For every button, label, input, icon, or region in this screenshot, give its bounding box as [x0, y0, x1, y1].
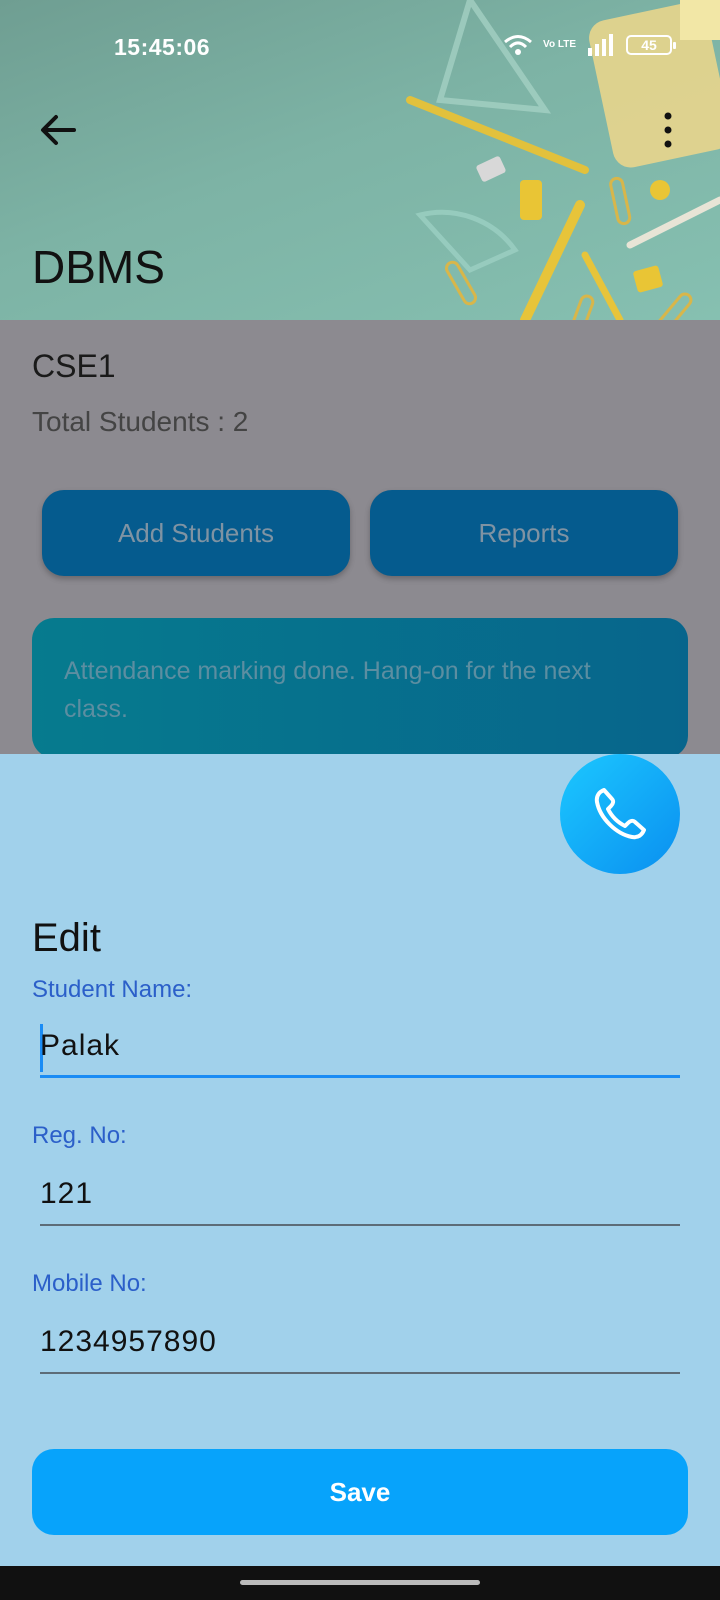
reg-no-input[interactable]: [40, 1164, 680, 1226]
call-button[interactable]: [560, 754, 680, 874]
battery-icon: 45: [626, 35, 676, 55]
signal-icon: [588, 34, 613, 56]
class-details: CSE1 Total Students : 2 Add Students Rep…: [0, 320, 720, 758]
status-time: 15:45:06: [114, 34, 211, 60]
navigation-bar: [0, 1566, 720, 1600]
mobile-no-label: Mobile No:: [32, 1270, 147, 1297]
back-arrow-icon[interactable]: [34, 106, 82, 154]
page-title: DBMS: [32, 241, 165, 293]
status-icons: Vo LTE 45: [503, 34, 676, 56]
attendance-banner: Attendance marking done. Hang-on for the…: [32, 618, 688, 758]
home-indicator[interactable]: [240, 1580, 480, 1585]
reg-no-label: Reg. No:: [32, 1122, 127, 1149]
save-button[interactable]: Save: [32, 1449, 688, 1535]
edit-title: Edit: [32, 916, 101, 960]
status-bar: 15:45:06 Vo LTE 45: [0, 0, 720, 96]
student-name-input[interactable]: [40, 1016, 680, 1078]
more-vertical-icon[interactable]: [656, 108, 680, 152]
phone-icon: [594, 788, 646, 840]
header: 15:45:06 Vo LTE 45 DBMS: [0, 0, 720, 320]
add-students-button[interactable]: Add Students: [42, 490, 350, 576]
edit-student-sheet: Edit Student Name: Reg. No: Mobile No: S…: [0, 754, 720, 1566]
reports-button[interactable]: Reports: [370, 490, 678, 576]
mobile-no-input[interactable]: [40, 1312, 680, 1374]
wifi-icon: [504, 35, 532, 55]
class-name: CSE1: [32, 348, 116, 384]
student-name-label: Student Name:: [32, 976, 193, 1003]
volte-icon: Vo LTE: [543, 39, 576, 50]
total-students: Total Students : 2: [32, 406, 249, 437]
